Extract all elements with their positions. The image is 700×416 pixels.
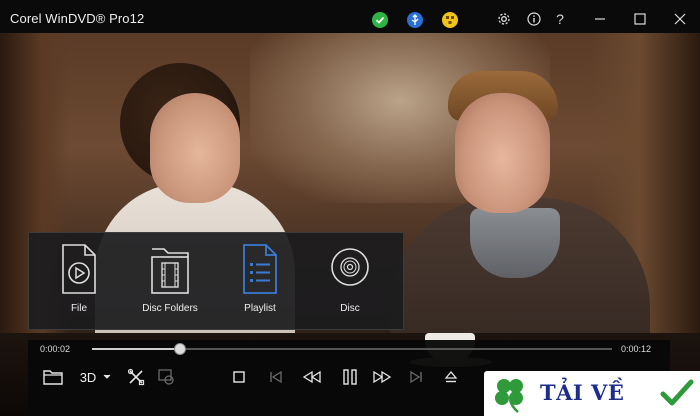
- app-title: Corel WinDVD® Pro12: [10, 11, 145, 26]
- playlist-icon: [243, 244, 277, 294]
- chevron-down-icon: [103, 374, 111, 379]
- rewind-button[interactable]: [300, 366, 324, 388]
- green-check-badge-icon[interactable]: [372, 12, 388, 28]
- minimize-icon[interactable]: [590, 9, 610, 29]
- previous-chapter-button[interactable]: [265, 366, 287, 388]
- source-disc-label: Disc: [340, 303, 360, 314]
- tools-button[interactable]: [125, 366, 147, 388]
- source-file-label: File: [70, 303, 88, 314]
- watermark-badge: TẢI VỀ: [484, 371, 700, 416]
- watermark-text: TẢI VỀ: [540, 380, 625, 405]
- scene-woman-face: [150, 93, 240, 203]
- capture-button[interactable]: [155, 366, 177, 388]
- rewind-icon: [302, 370, 321, 384]
- skip-forward-icon: [410, 370, 422, 384]
- fast-forward-icon: [373, 370, 392, 384]
- maximize-icon[interactable]: [630, 9, 650, 29]
- disc-icon: [331, 248, 369, 286]
- disc-folder-icon: [151, 248, 189, 294]
- scene-man-sweater: [470, 208, 560, 278]
- help-icon[interactable]: ?: [550, 9, 570, 29]
- 3d-mode-button[interactable]: 3D: [76, 366, 116, 388]
- eject-button[interactable]: [440, 366, 462, 388]
- blue-usb-badge-icon[interactable]: [407, 12, 423, 28]
- close-icon[interactable]: [670, 9, 690, 29]
- source-disc-folders-button[interactable]: Disc Folders: [125, 243, 215, 323]
- checkmark-icon: [660, 379, 694, 406]
- gear-icon[interactable]: [494, 9, 514, 29]
- scene-man-face: [455, 93, 550, 213]
- 3d-mode-label: 3D: [79, 369, 97, 385]
- next-chapter-button[interactable]: [405, 366, 427, 388]
- source-file-button[interactable]: File: [34, 243, 124, 323]
- folder-icon: [43, 370, 63, 385]
- tools-icon: [127, 368, 145, 386]
- clover-logo-icon: [495, 379, 523, 413]
- seek-bar-fill: [92, 348, 181, 350]
- source-picker-panel: File Disc Folders Playlist Disc: [28, 232, 404, 330]
- yellow-network-badge-icon[interactable]: [442, 12, 458, 28]
- stop-icon: [233, 371, 245, 383]
- seek-bar[interactable]: [92, 343, 612, 355]
- skip-back-icon: [270, 370, 282, 384]
- info-icon[interactable]: [524, 9, 544, 29]
- open-folder-button[interactable]: [42, 366, 64, 388]
- total-time: 0:00:12: [621, 344, 652, 354]
- camera-capture-icon: [158, 369, 174, 385]
- pause-icon: [343, 369, 357, 385]
- file-play-icon: [62, 244, 96, 294]
- source-disc-button[interactable]: Disc: [305, 243, 395, 323]
- stop-button[interactable]: [228, 366, 250, 388]
- source-playlist-label: Playlist: [244, 303, 276, 314]
- eject-icon: [444, 370, 458, 383]
- pause-button[interactable]: [338, 366, 362, 388]
- elapsed-time: 0:00:02: [40, 344, 71, 354]
- source-playlist-button[interactable]: Playlist: [215, 243, 305, 323]
- source-disc-folders-label: Disc Folders: [142, 303, 198, 314]
- title-bar: Corel WinDVD® Pro12 ?: [0, 0, 700, 33]
- seek-bar-handle[interactable]: [174, 343, 187, 355]
- fast-forward-button[interactable]: [370, 366, 394, 388]
